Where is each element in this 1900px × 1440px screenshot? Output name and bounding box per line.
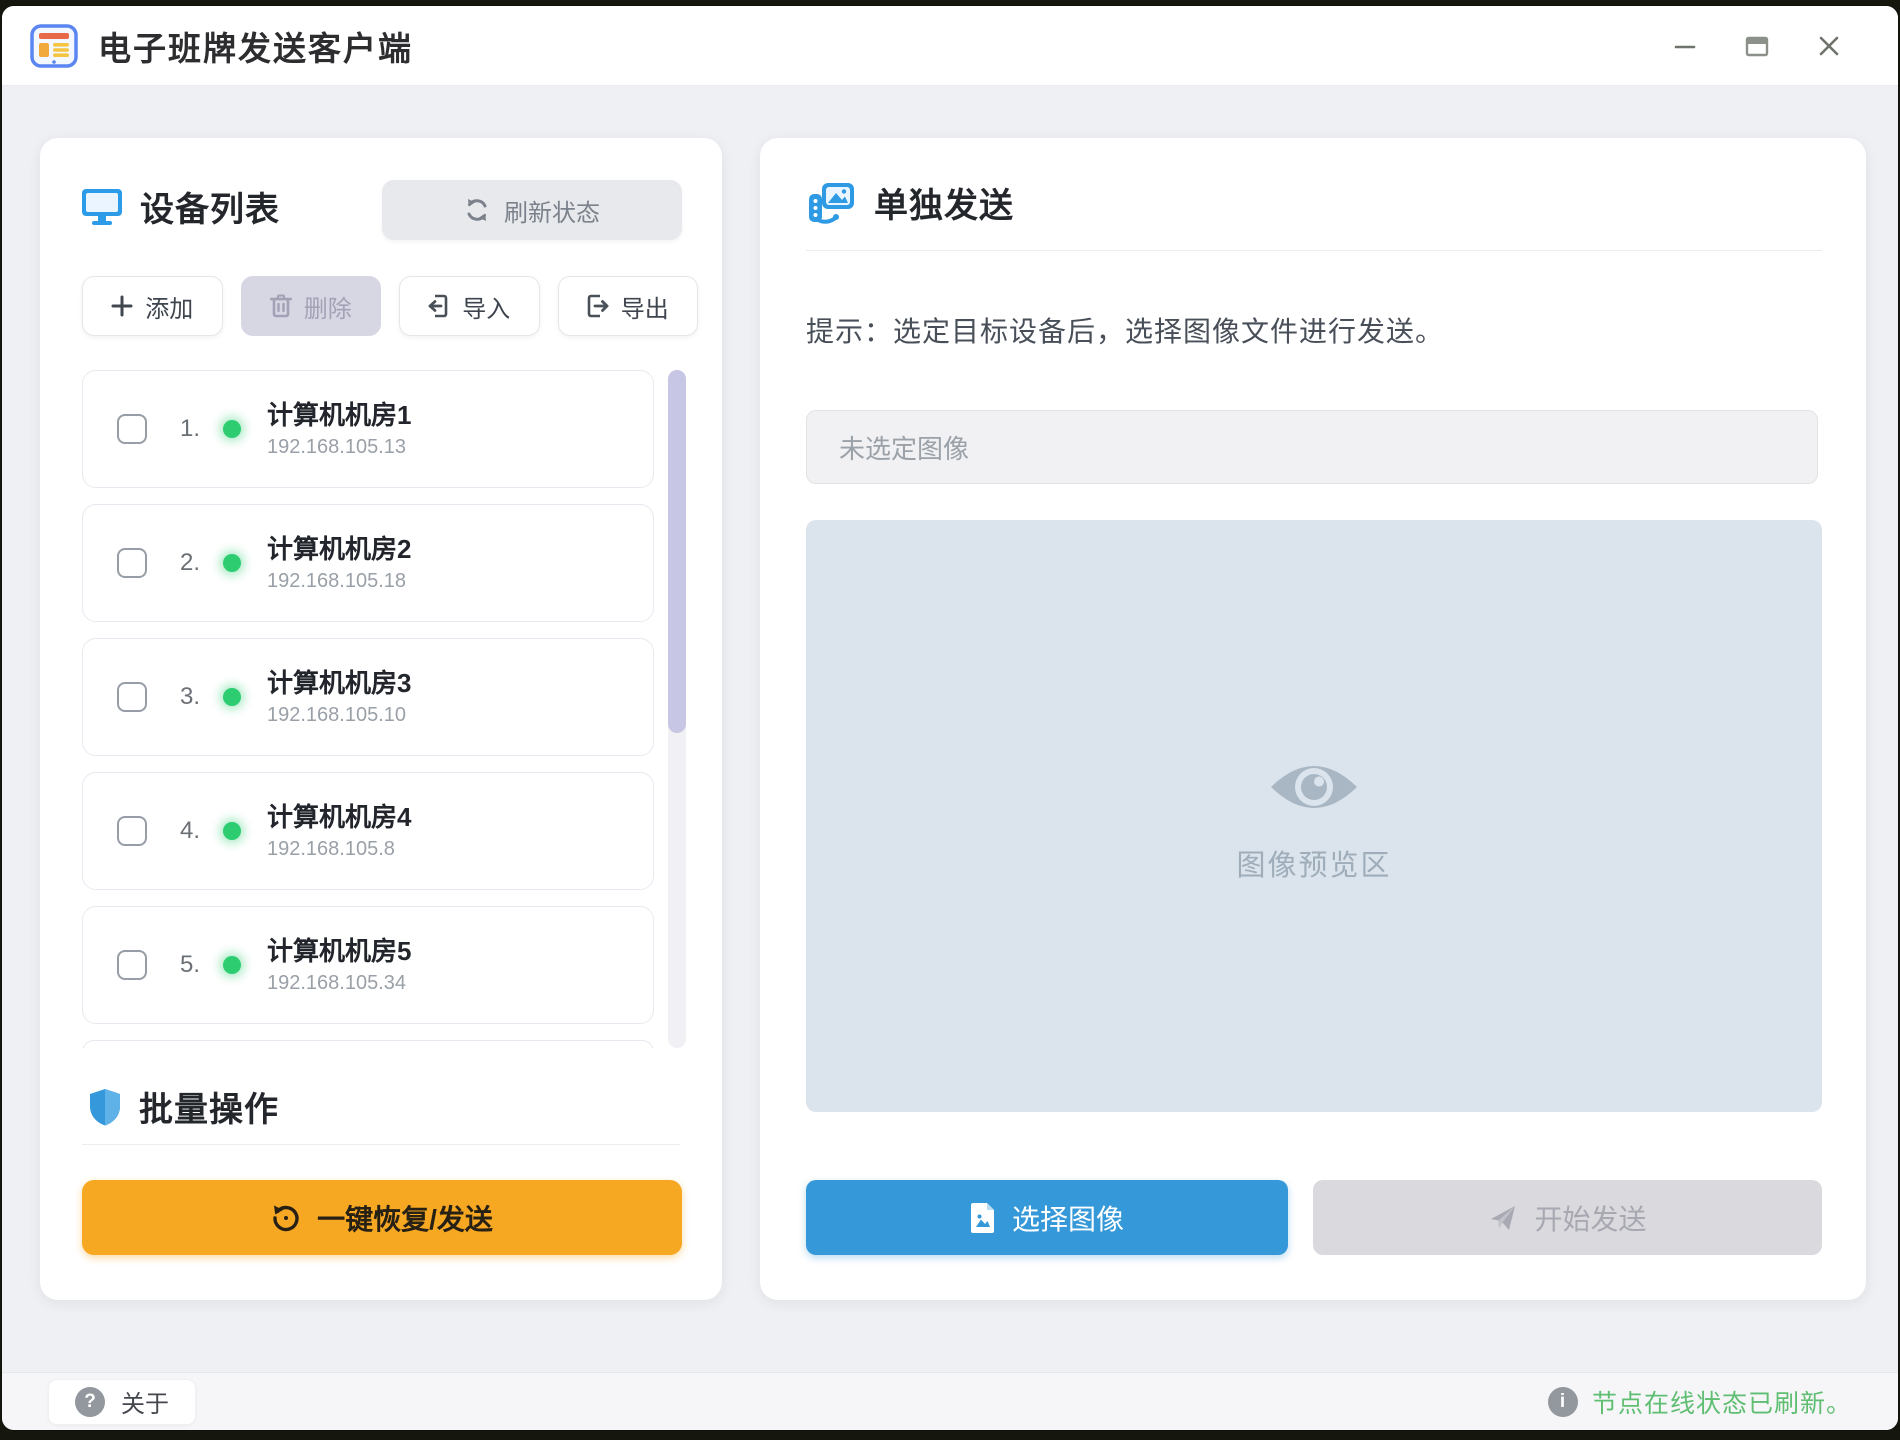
restore-send-label: 一键恢复/发送 [317,1198,493,1238]
paper-plane-icon [1488,1203,1518,1233]
device-name: 计算机机房2 [267,531,411,567]
maximize-button[interactable] [1740,29,1774,63]
send-panel: 单独发送 提示：选定目标设备后，选择图像文件进行发送。 未选定图像 图像预览区 [760,138,1866,1300]
status-message: i 节点在线状态已刷新。 [1548,1384,1852,1420]
device-ip: 192.168.105.10 [267,701,411,729]
device-row-5[interactable]: 5. 计算机机房5 192.168.105.34 [82,906,654,1024]
device-index: 3. [161,683,219,711]
window-controls [1668,29,1870,63]
title-bar: 电子班牌发送客户端 [2,6,1898,86]
file-export-icon [587,294,609,318]
refresh-status-label: 刷新状态 [504,193,600,228]
device-index: 2. [161,549,219,577]
select-image-button[interactable]: 选择图像 [806,1180,1288,1255]
select-image-label: 选择图像 [1012,1198,1124,1238]
delete-device-label: 删除 [304,289,352,324]
device-row-2[interactable]: 2. 计算机机房2 192.168.105.18 [82,504,654,622]
batch-divider [82,1144,680,1145]
status-bar: ? 关于 i 节点在线状态已刷新。 [2,1372,1898,1430]
send-panel-header: 单独发送 [806,178,1014,227]
device-row-4[interactable]: 4. 计算机机房4 192.168.105.8 [82,772,654,890]
restore-send-button[interactable]: 一键恢复/发送 [82,1180,682,1255]
selected-image-field[interactable]: 未选定图像 [806,410,1818,484]
device-panel-title: 设备列表 [140,182,280,231]
online-status-dot [223,554,241,572]
app-logo-icon [30,24,78,68]
refresh-status-button[interactable]: 刷新状态 [382,180,682,240]
send-hint-text: 提示：选定目标设备后，选择图像文件进行发送。 [806,310,1444,350]
device-index: 1. [161,415,219,443]
send-actions: 选择图像 开始发送 [806,1180,1822,1255]
import-devices-label: 导入 [462,289,510,324]
add-device-button[interactable]: 添加 [82,276,223,336]
online-status-dot [223,688,241,706]
close-button[interactable] [1812,29,1846,63]
refresh-icon [464,197,490,223]
online-status-dot [223,822,241,840]
device-name: 计算机机房4 [267,799,411,835]
device-list-scrollbar[interactable] [668,370,686,1048]
about-label: 关于 [121,1384,169,1419]
add-device-label: 添加 [145,289,193,324]
monitor-icon [80,187,124,227]
scrollbar-thumb[interactable] [668,370,686,733]
device-index: 4. [161,817,219,845]
device-row-6-partial[interactable] [82,1040,654,1048]
device-toolbar: 添加 删除 [82,276,698,336]
device-row-1[interactable]: 1. 计算机机房1 192.168.105.13 [82,370,654,488]
device-name: 计算机机房1 [267,397,411,433]
device-list: 1. 计算机机房1 192.168.105.13 2. 计算机机房2 192.1… [82,370,654,1048]
device-name: 计算机机房5 [267,933,411,969]
import-devices-button[interactable]: 导入 [399,276,540,336]
device-panel: 设备列表 刷新状态 添加 [40,138,722,1300]
window-title: 电子班牌发送客户端 [98,22,413,70]
online-status-dot [223,420,241,438]
trash-icon [270,294,292,318]
export-devices-button[interactable]: 导出 [558,276,699,336]
file-image-icon [970,1202,996,1234]
delete-device-button[interactable]: 删除 [241,276,382,336]
batch-section-header: 批量操作 [87,1082,279,1131]
plus-icon [111,295,133,317]
device-checkbox[interactable] [117,548,147,578]
preview-placeholder-label: 图像预览区 [806,842,1822,884]
device-ip: 192.168.105.13 [267,433,411,461]
main-area: 设备列表 刷新状态 添加 [2,86,1898,1372]
device-checkbox[interactable] [117,816,147,846]
minimize-icon [1673,34,1697,58]
close-icon [1817,34,1841,58]
history-restore-icon [271,1203,301,1233]
info-icon: i [1548,1387,1578,1417]
file-import-icon [428,294,450,318]
maximize-icon [1744,34,1770,58]
question-icon: ? [75,1387,105,1417]
status-message-text: 节点在线状态已刷新。 [1592,1384,1852,1420]
device-checkbox[interactable] [117,682,147,712]
device-name: 计算机机房3 [267,665,411,701]
batch-section-title: 批量操作 [139,1082,279,1131]
device-ip: 192.168.105.34 [267,969,411,997]
send-panel-title: 单独发送 [874,178,1014,227]
export-devices-label: 导出 [621,289,669,324]
about-button[interactable]: ? 关于 [48,1379,196,1425]
online-status-dot [223,956,241,974]
device-checkbox[interactable] [117,414,147,444]
device-index: 5. [161,951,219,979]
start-send-button[interactable]: 开始发送 [1313,1180,1822,1255]
shield-icon [87,1087,123,1127]
device-checkbox[interactable] [117,950,147,980]
image-send-icon [806,180,856,226]
device-ip: 192.168.105.8 [267,835,411,863]
device-panel-header: 设备列表 [80,182,280,231]
start-send-label: 开始发送 [1534,1198,1646,1238]
image-preview-area: 图像预览区 [806,520,1822,1112]
device-ip: 192.168.105.18 [267,567,411,595]
app-window: 电子班牌发送客户端 [2,6,1898,1430]
eye-icon [1268,755,1360,819]
device-row-3[interactable]: 3. 计算机机房3 192.168.105.10 [82,638,654,756]
send-panel-divider [806,250,1822,251]
minimize-button[interactable] [1668,29,1702,63]
